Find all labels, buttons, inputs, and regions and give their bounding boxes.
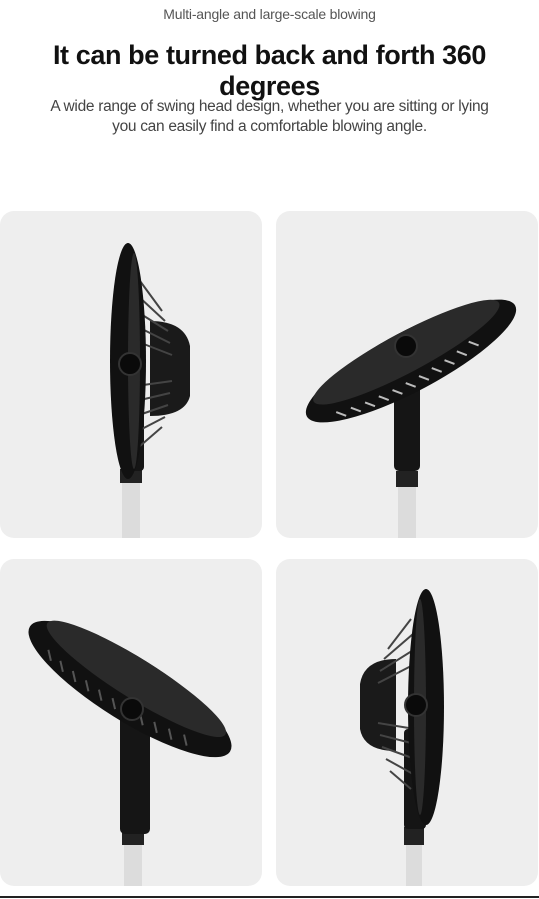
fan-tilted-up-illustration [305,299,517,538]
fan-image-side-right [0,211,262,538]
bottom-divider [0,896,539,898]
fan-side-right-illustration [110,243,190,538]
pivot-knob [394,334,418,358]
page-title: It can be turned back and forth 360 degr… [52,40,487,101]
fan-image-side-left [276,559,538,886]
description: A wide range of swing head design, wheth… [50,98,489,135]
fan-side-left-illustration [360,589,444,886]
fan-image-tilted-up [276,211,538,538]
fan-pole [124,844,142,886]
subtitle: Multi-angle and large-scale blowing [163,6,376,22]
fan-tilted-down-illustration [28,620,232,886]
pivot-knob [120,697,144,721]
fan-pole [122,481,140,538]
fan-image-tilted-down [0,559,262,886]
fan-pole [398,486,416,538]
pivot-knob [404,693,428,717]
fan-pole [406,844,422,886]
pivot-knob [118,352,142,376]
